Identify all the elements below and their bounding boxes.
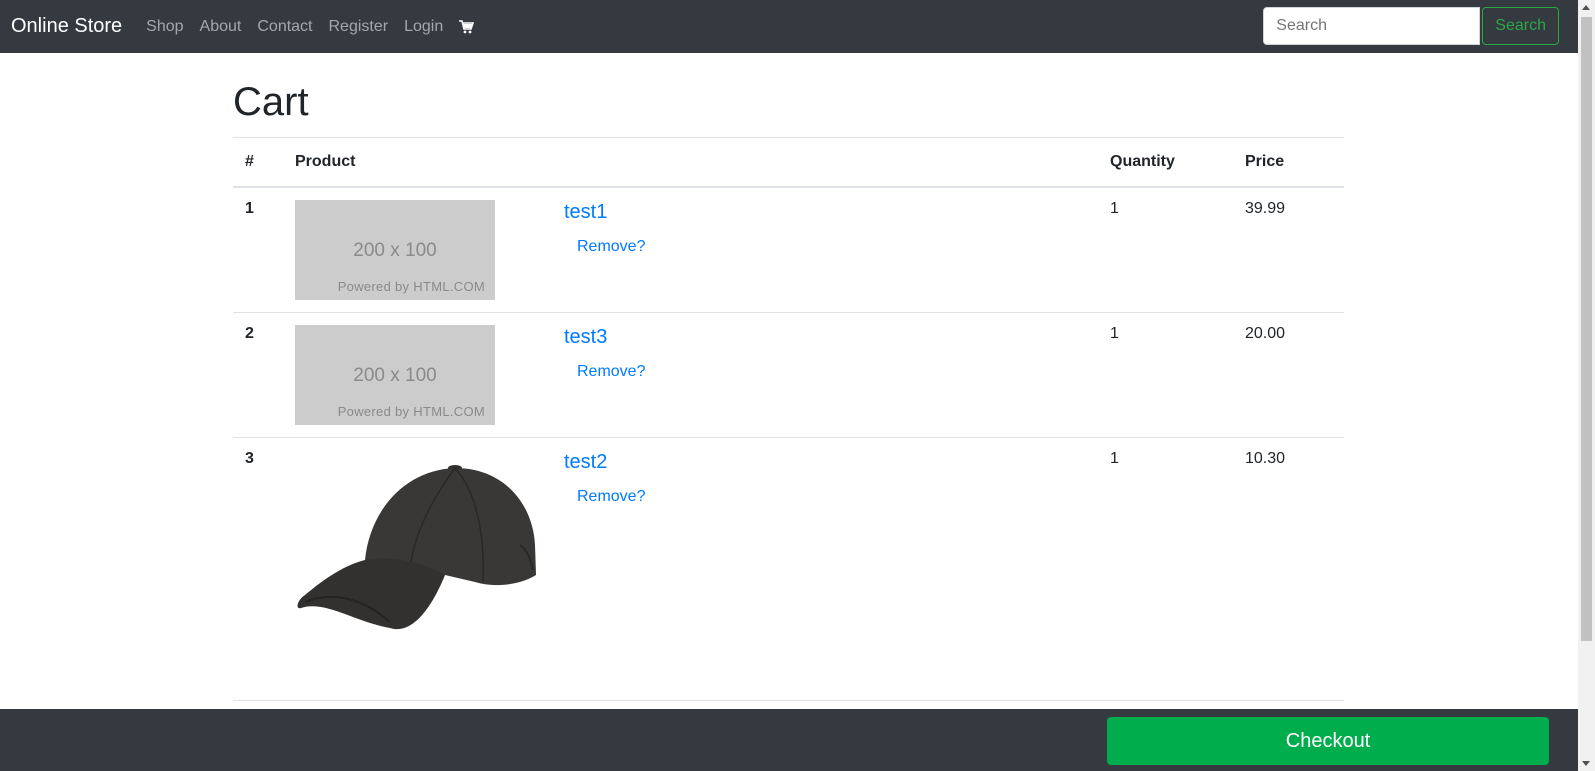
placeholder-credit: Powered by HTML.COM [337, 279, 485, 294]
search-button[interactable]: Search [1482, 7, 1559, 45]
nav-link-register[interactable]: Register [329, 18, 389, 36]
cart-table: # Product Quantity Price 1 200 x 100 Pow… [233, 137, 1344, 701]
page-scrollbar[interactable] [1578, 0, 1595, 771]
remove-link[interactable]: Remove? [577, 363, 645, 381]
table-header-row: # Product Quantity Price [233, 137, 1344, 188]
placeholder-credit: Powered by HTML.COM [337, 404, 485, 419]
row-number: 3 [233, 437, 283, 701]
column-header-product: Product [283, 137, 1098, 188]
nav-link-contact[interactable]: Contact [257, 18, 312, 36]
placeholder-dimensions: 200 x 100 [353, 365, 437, 386]
row-number: 2 [233, 312, 283, 438]
cart-container: Cart # Product Quantity Price 1 200 x 10… [233, 53, 1344, 701]
product-info-cell: test3 Remove? [552, 312, 1098, 438]
scroll-up-arrow-icon[interactable] [1582, 5, 1590, 10]
checkout-button[interactable]: Checkout [1107, 717, 1549, 765]
quantity-value: 1 [1098, 186, 1233, 313]
nav-link-about[interactable]: About [200, 18, 242, 36]
column-header-quantity: Quantity [1098, 137, 1233, 188]
checkout-footer: Checkout [0, 709, 1578, 771]
remove-link[interactable]: Remove? [577, 488, 645, 506]
search-form: Search [1263, 7, 1559, 45]
quantity-value: 1 [1098, 312, 1233, 438]
brand-link[interactable]: Online Store [11, 15, 122, 38]
scrollbar-thumb[interactable] [1581, 17, 1592, 641]
quantity-value: 1 [1098, 437, 1233, 701]
table-row: 2 200 x 100 Powered by HTML.COM test3 Re… [233, 312, 1344, 438]
cap-image [297, 465, 536, 630]
product-link[interactable]: test2 [564, 451, 607, 474]
product-link[interactable]: test1 [564, 201, 607, 224]
product-image-cell: 200 x 100 Powered by HTML.COM [283, 186, 552, 313]
remove-link[interactable]: Remove? [577, 238, 645, 256]
product-image-cell: 200 x 100 Powered by HTML.COM [283, 312, 552, 438]
product-info-cell: test1 Remove? [552, 186, 1098, 313]
column-header-number: # [233, 137, 283, 188]
product-image-placeholder: 200 x 100 Powered by HTML.COM [295, 200, 495, 300]
product-link[interactable]: test3 [564, 326, 607, 349]
nav-link-login[interactable]: Login [404, 18, 443, 36]
shopping-cart-icon[interactable] [459, 19, 475, 34]
product-image-cell [283, 437, 552, 701]
search-input[interactable] [1263, 7, 1481, 45]
page-title: Cart [233, 80, 309, 124]
product-info-cell: test2 Remove? [552, 437, 1098, 701]
row-number: 1 [233, 186, 283, 313]
table-row: 3 test2 Remove? 1 10.30 [233, 437, 1344, 701]
table-row: 1 200 x 100 Powered by HTML.COM test1 Re… [233, 186, 1344, 313]
top-navbar: Online Store Shop About Contact Register… [0, 0, 1578, 53]
placeholder-dimensions: 200 x 100 [353, 240, 437, 261]
price-value: 10.30 [1233, 437, 1344, 701]
price-value: 20.00 [1233, 312, 1344, 438]
scroll-down-arrow-icon[interactable] [1582, 761, 1590, 766]
price-value: 39.99 [1233, 186, 1344, 313]
column-header-price: Price [1233, 137, 1344, 188]
product-image-placeholder: 200 x 100 Powered by HTML.COM [295, 325, 495, 425]
nav-link-shop[interactable]: Shop [146, 18, 183, 36]
